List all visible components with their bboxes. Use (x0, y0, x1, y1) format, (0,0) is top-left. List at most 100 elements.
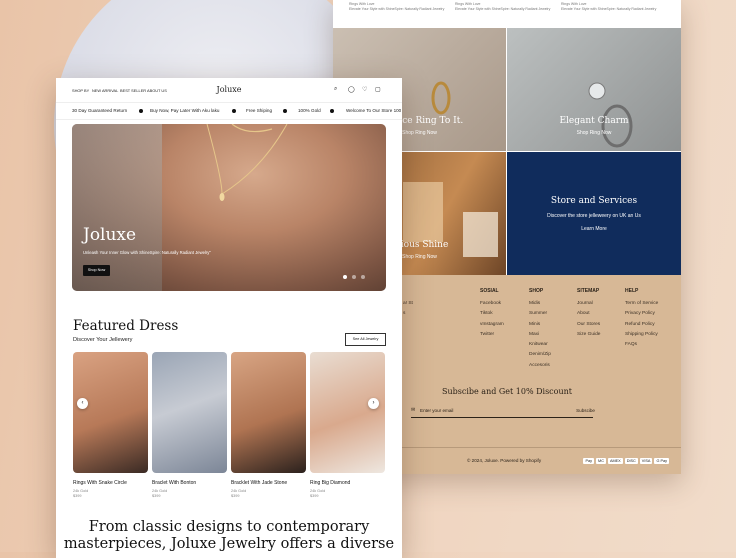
email-field[interactable]: ✉ Enter your email Subscibe (411, 407, 595, 418)
footer-link[interactable]: About (577, 309, 600, 319)
featured-subtitle: Discover Your Jellewery (73, 337, 133, 343)
footer-link[interactable]: Summer (529, 309, 551, 319)
product-card[interactable]: Rings With Snake Circle 24k Gold $399 (73, 352, 148, 499)
product-price: $399 (310, 494, 319, 498)
heart-icon[interactable]: ♡ (362, 86, 367, 93)
product-card[interactable]: Braclet With Bonton 24k Gold $399 (152, 352, 227, 499)
footer-link[interactable]: Denim/Zip (529, 350, 551, 360)
product-price: $399 (231, 494, 240, 498)
copyright: © 2024, Joluxe. Powered by Shopify (467, 458, 542, 463)
separator-dot (139, 109, 143, 113)
separator-dot (283, 109, 287, 113)
announcement-item: 30 Day Guaranteed Return (72, 108, 128, 113)
product-name: Ring Big Diamond (310, 480, 351, 486)
product-image (231, 352, 306, 473)
footer-col-sitemap: SITEMAP Journal About Our Stores Size Gu… (577, 288, 600, 340)
mail-icon: ✉ (411, 407, 416, 413)
user-icon[interactable]: ◯ (348, 86, 355, 93)
footer-heading: SITEMAP (577, 288, 600, 294)
footer-col-social: SOSIAL Facebook Tiktok vInstagram Twitte… (480, 288, 504, 340)
product-price: $399 (73, 494, 82, 498)
product-meta: 24k Gold $399 (152, 489, 227, 499)
footer-partial-text: s (403, 311, 406, 317)
separator-dot (330, 109, 334, 113)
store-services-tile: Store and Services Discover the store je… (507, 152, 681, 275)
subscribe-button[interactable]: Subscibe (576, 408, 595, 413)
product-image (73, 352, 148, 473)
carousel-prev-button[interactable]: ‹ (77, 398, 88, 409)
see-all-button[interactable]: See All Jewelry (345, 333, 386, 346)
footer-heading: HELP (625, 288, 639, 294)
footer-link[interactable]: Our Stores (577, 320, 600, 330)
apple-pay-icon: Pay (583, 458, 595, 464)
product-name: Rings With Snake Circle (73, 480, 127, 486)
product-meta: 24k Gold $399 (73, 489, 148, 499)
top-nav: SHOP BY NEW ARRIVAL BEST SELLER ABOUT US… (56, 78, 402, 102)
tile-title: Elegant Charm (559, 116, 629, 126)
google-pay-icon: G Pay (654, 458, 669, 464)
about-line: From classic designs to contemporary (88, 519, 370, 535)
search-icon[interactable]: ⌕ (334, 86, 337, 93)
footer-link[interactable]: Minis (529, 320, 551, 330)
top-snippet: Rings With Love Elevate Your Style with … (455, 2, 550, 12)
footer-link[interactable]: Midis (529, 299, 551, 309)
snippet-text: Elevate Your Style with ShineSpire: Natu… (349, 7, 445, 11)
product-image (152, 352, 227, 473)
visa-icon: VISA (639, 458, 653, 464)
carousel-dot[interactable] (361, 275, 365, 279)
featured-title: Featured Dress (73, 318, 179, 334)
footer-link-twitter[interactable]: Twitter (480, 330, 504, 340)
snippet-text: Elevate Your Style with ShineSpire: Natu… (455, 7, 551, 11)
footer-partial: a! St s (403, 299, 413, 320)
tile-title: Store and Services (550, 196, 638, 206)
footer-link[interactable]: Refund Policy (625, 320, 658, 330)
footer-link[interactable]: Knitwear (529, 340, 551, 350)
product-price: $399 (152, 494, 161, 498)
product-card[interactable]: Ring Big Diamond 24k Gold $399 (310, 352, 385, 499)
footer-link-instagram[interactable]: vInstagram (480, 320, 504, 330)
about-text: From classic designs to contemporary mas… (56, 519, 402, 553)
back-top-strip: Rings With Love Elevate Your Style with … (333, 0, 681, 28)
announcement-bar: 30 Day Guaranteed Return Buy Now, Pay La… (56, 102, 402, 120)
amex-icon: AMEX (607, 458, 623, 464)
product-name: Braclet With Bonton (152, 480, 197, 486)
carousel-dot[interactable] (352, 275, 356, 279)
footer-link[interactable]: FAQs (625, 340, 658, 350)
cart-icon[interactable]: ▢ (375, 86, 381, 93)
footer-col-help: HELP Term of Service Privacy Policy Refu… (625, 288, 658, 350)
product-image (310, 352, 385, 473)
footer-partial-text: a! St (403, 301, 413, 306)
carousel-dots (343, 275, 365, 279)
shop-now-button[interactable]: Shop Now (83, 265, 110, 276)
footer-link-facebook[interactable]: Facebook (480, 299, 504, 309)
hero-title: Joluxe (83, 225, 137, 245)
about-line: masterpieces, Joluxe Jewelry offers a di… (63, 536, 395, 552)
product-meta: 24k Gold $399 (231, 489, 306, 499)
footer-link[interactable]: Accesoris (529, 361, 551, 371)
carousel-next-button[interactable]: › (368, 398, 379, 409)
footer-link[interactable]: Maxi (529, 330, 551, 340)
announcement-item: Welcome To Our Store 100 (346, 108, 402, 113)
tile-cta-link[interactable]: Shop Ring Now (507, 130, 681, 136)
promo-tile-charm[interactable]: Elegant Charm Shop Ring Now (507, 28, 681, 151)
payment-icons: Pay MC AMEX DISC VISA G Pay (583, 458, 669, 464)
mastercard-icon: MC (596, 458, 606, 464)
footer-link[interactable]: Journal (577, 299, 600, 309)
tile-subtitle: Discover the store jelleweery on UK an U… (547, 213, 641, 219)
footer-link[interactable]: Size Guide (577, 330, 600, 340)
copyright-text: 2024, Joluxe. Powered by Shopify (471, 458, 542, 463)
footer-link[interactable]: Privacy Policy (625, 309, 658, 319)
announcement-item: 100% Gold (298, 108, 321, 113)
product-card[interactable]: Bracklet With Jade Stone 24k Gold $399 (231, 352, 306, 499)
footer-col-shop: SHOP Midis Summer Minis Maxi Knitwear De… (529, 288, 551, 371)
snippet-text: Elevate Your Style with ShineSpire: Natu… (561, 7, 657, 11)
footer-link[interactable]: Shipping Policy (625, 330, 658, 340)
footer-link[interactable]: Term of Service (625, 299, 658, 309)
footer-link-tiktok[interactable]: Tiktok (480, 309, 504, 319)
learn-more-link[interactable]: Learn More (507, 226, 681, 232)
carousel-dot[interactable] (343, 275, 347, 279)
front-page: SHOP BY NEW ARRIVAL BEST SELLER ABOUT US… (56, 78, 402, 558)
announcement-item: Buy Now, Pay Later With Aku laku (150, 108, 220, 113)
footer-heading: SHOP (529, 288, 544, 294)
discover-icon: DISC (624, 458, 638, 464)
